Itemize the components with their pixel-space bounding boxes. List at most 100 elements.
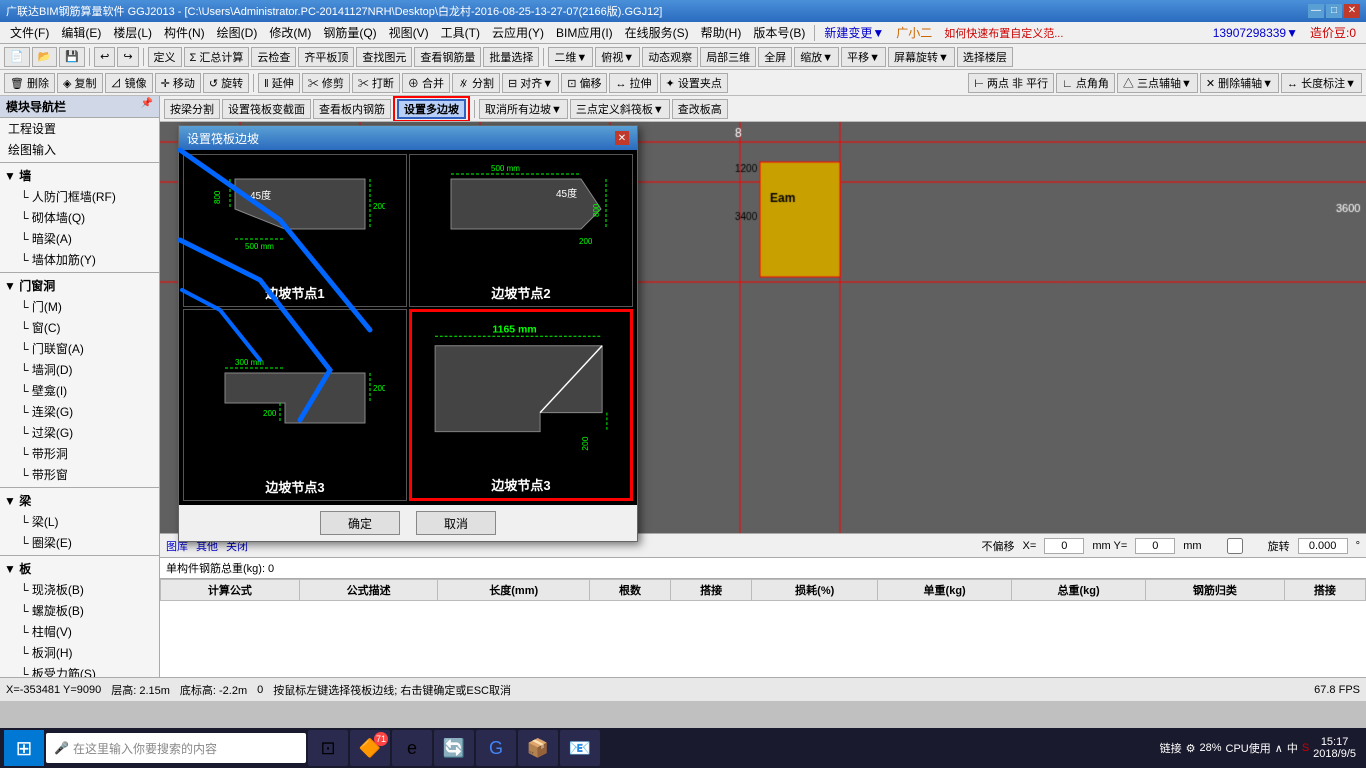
taskbar-item-app3[interactable]: 📦 bbox=[518, 730, 558, 766]
btn-new[interactable]: 📄 bbox=[4, 47, 30, 67]
menu-bim[interactable]: BIM应用(I) bbox=[550, 22, 619, 43]
btn-orbit[interactable]: 动态观察 bbox=[642, 47, 698, 67]
btn-select-floor[interactable]: 选择楼层 bbox=[957, 47, 1013, 67]
sidebar-item-masonry[interactable]: └ 砌体墙(Q) bbox=[0, 207, 159, 228]
menu-version[interactable]: 版本号(B) bbox=[747, 22, 811, 43]
node-cell-1[interactable]: 45度 800 500 mm 200 边坡节点1 bbox=[183, 154, 407, 307]
taskbar-item-app2[interactable]: 🔄 bbox=[434, 730, 474, 766]
btn-view-rebar[interactable]: 查看钢筋量 bbox=[414, 47, 481, 67]
btn-set-grip[interactable]: ✦ 设置夹点 bbox=[660, 73, 728, 93]
btn-three-point-raft[interactable]: 三点定义斜筏板▼ bbox=[570, 99, 670, 119]
menu-online[interactable]: 在线服务(S) bbox=[619, 22, 695, 43]
btn-split[interactable]: ∦ 分割 bbox=[452, 73, 500, 93]
menu-rebar[interactable]: 钢筋量(Q) bbox=[317, 22, 382, 43]
sidebar-item-slab-hole[interactable]: └ 板洞(H) bbox=[0, 642, 159, 663]
btn-batch-select[interactable]: 批量选择 bbox=[483, 47, 539, 67]
btn-change-height[interactable]: 查改板高 bbox=[672, 99, 728, 119]
sidebar-item-project-setup[interactable]: 工程设置 bbox=[0, 118, 159, 139]
btn-mirror[interactable]: ⊿ 镜像 bbox=[105, 73, 153, 93]
sidebar-item-column-cap[interactable]: └ 柱帽(V) bbox=[0, 621, 159, 642]
sidebar-item-lintel[interactable]: └ 过梁(G) bbox=[0, 422, 159, 443]
node-cell-3[interactable]: 300 mm 200 200 边坡节点3 bbox=[183, 309, 407, 501]
node-cell-2[interactable]: 45度 500 mm 800 200 边坡节点2 bbox=[409, 154, 633, 307]
taskbar-item-chrome[interactable]: G bbox=[476, 730, 516, 766]
btn-find[interactable]: 查找图元 bbox=[356, 47, 412, 67]
sidebar-item-wall-rebar[interactable]: └ 墙体加筋(Y) bbox=[0, 249, 159, 270]
close-btn[interactable]: ✕ bbox=[1344, 4, 1360, 18]
btn-screen-rotate[interactable]: 屏幕旋转▼ bbox=[888, 47, 955, 67]
btn-undo[interactable]: ↩ bbox=[94, 47, 115, 67]
y-input[interactable] bbox=[1135, 538, 1175, 554]
sidebar-item-door[interactable]: └ 门(M) bbox=[0, 296, 159, 317]
btn-delete[interactable]: 🗑 删除 bbox=[4, 73, 55, 93]
menu-edit[interactable]: 编辑(E) bbox=[55, 22, 107, 43]
btn-rotate[interactable]: ↺ 旋转 bbox=[203, 73, 249, 93]
sidebar-item-strip-hole[interactable]: └ 带形洞 bbox=[0, 443, 159, 464]
btn-open[interactable]: 📂 bbox=[32, 47, 58, 67]
btn-set-multi-slope[interactable]: 设置多边坡 bbox=[397, 99, 466, 119]
sidebar-item-strip-window[interactable]: └ 带形窗 bbox=[0, 464, 159, 485]
taskbar-item-edge[interactable]: e bbox=[392, 730, 432, 766]
btn-redo[interactable]: ↪ bbox=[117, 47, 138, 67]
sidebar-item-beam[interactable]: └ 梁(L) bbox=[0, 511, 159, 532]
x-input[interactable] bbox=[1044, 538, 1084, 554]
btn-zoom[interactable]: 缩放▼ bbox=[794, 47, 839, 67]
sidebar-item-airdefense[interactable]: └ 人防门框墙(RF) bbox=[0, 186, 159, 207]
start-button[interactable]: ⊞ bbox=[4, 730, 44, 766]
btn-pan[interactable]: 平移▼ bbox=[841, 47, 886, 67]
btn-dim[interactable]: ↔ 长度标注▼ bbox=[1281, 73, 1362, 93]
menu-new-change[interactable]: 新建变更▼ bbox=[818, 22, 890, 43]
rotate-input[interactable] bbox=[1298, 538, 1348, 554]
menu-floor[interactable]: 楼层(L) bbox=[107, 22, 158, 43]
btn-split-beam[interactable]: 按梁分割 bbox=[164, 99, 220, 119]
menu-file[interactable]: 文件(F) bbox=[4, 22, 55, 43]
menu-tools[interactable]: 工具(T) bbox=[435, 22, 486, 43]
btn-copy[interactable]: ◈ 复制 bbox=[57, 73, 103, 93]
sidebar-item-slab-rebar[interactable]: └ 板受力筋(S) bbox=[0, 663, 159, 677]
btn-extend[interactable]: ‖ 延伸 bbox=[258, 73, 300, 93]
menu-component[interactable]: 构件(N) bbox=[158, 22, 211, 43]
btn-align-top[interactable]: 齐平板顶 bbox=[298, 47, 354, 67]
modal-cancel-btn[interactable]: 取消 bbox=[416, 511, 496, 535]
btn-define[interactable]: 定义 bbox=[148, 47, 182, 67]
sidebar-item-cast-slab[interactable]: └ 现浇板(B) bbox=[0, 579, 159, 600]
menu-brand[interactable]: 广小二 bbox=[890, 22, 938, 43]
sidebar-pin[interactable]: 📌 bbox=[141, 98, 153, 115]
node-cell-4[interactable]: 1165 mm 200 边坡节点3 bbox=[409, 309, 633, 501]
sidebar-item-hidden-beam[interactable]: └ 暗梁(A) bbox=[0, 228, 159, 249]
minimize-btn[interactable]: — bbox=[1308, 4, 1324, 18]
btn-cancel-slopes[interactable]: 取消所有边坡▼ bbox=[479, 99, 568, 119]
rotate-checkbox[interactable] bbox=[1210, 538, 1260, 554]
btn-trim[interactable]: ✂ 修剪 bbox=[302, 73, 350, 93]
menu-quick[interactable]: 如何快速布置自定义范... bbox=[938, 23, 1069, 43]
menu-modify[interactable]: 修改(M) bbox=[263, 22, 317, 43]
btn-offset[interactable]: ⊡ 偏移 bbox=[561, 73, 607, 93]
sidebar-item-draw-input[interactable]: 绘图输入 bbox=[0, 139, 159, 160]
search-bar[interactable]: 🎤 在这里输入你要搜索的内容 bbox=[46, 733, 306, 763]
btn-move[interactable]: ✛ 移动 bbox=[155, 73, 201, 93]
sidebar-item-window[interactable]: └ 窗(C) bbox=[0, 317, 159, 338]
btn-cloud-check[interactable]: 云检查 bbox=[251, 47, 296, 67]
btn-set-raft-section[interactable]: 设置筏板变截面 bbox=[222, 99, 311, 119]
btn-align[interactable]: ⊟ 对齐▼ bbox=[502, 73, 559, 93]
btn-fullscreen[interactable]: 全屏 bbox=[758, 47, 792, 67]
btn-2d[interactable]: 二维▼ bbox=[548, 47, 593, 67]
btn-two-point[interactable]: ⊢ 两点 非 平行 bbox=[968, 73, 1054, 93]
sidebar-item-door-window[interactable]: └ 门联窗(A) bbox=[0, 338, 159, 359]
btn-calc[interactable]: Σ 汇总计算 bbox=[184, 47, 250, 67]
btn-view-top[interactable]: 俯视▼ bbox=[595, 47, 640, 67]
taskbar-item-taskview[interactable]: ⊡ bbox=[308, 730, 348, 766]
menu-view[interactable]: 视图(V) bbox=[383, 22, 435, 43]
modal-ok-btn[interactable]: 确定 bbox=[320, 511, 400, 535]
sidebar-item-spiral-slab[interactable]: └ 螺旋板(B) bbox=[0, 600, 159, 621]
sidebar-item-wall-hole[interactable]: └ 墙洞(D) bbox=[0, 359, 159, 380]
btn-stretch[interactable]: ↔ 拉伸 bbox=[609, 73, 657, 93]
btn-three-point[interactable]: △ 三点辅轴▼ bbox=[1117, 73, 1198, 93]
btn-local-3d[interactable]: 局部三维 bbox=[700, 47, 756, 67]
maximize-btn[interactable]: □ bbox=[1326, 4, 1342, 18]
modal-close-btn[interactable]: ✕ bbox=[615, 131, 629, 145]
sidebar-item-ring-beam[interactable]: └ 圈梁(E) bbox=[0, 532, 159, 553]
btn-view-inner-rebar[interactable]: 查看板内钢筋 bbox=[313, 99, 391, 119]
btn-break[interactable]: ✂ 打断 bbox=[352, 73, 400, 93]
sidebar-item-niche[interactable]: └ 壁龛(I) bbox=[0, 380, 159, 401]
